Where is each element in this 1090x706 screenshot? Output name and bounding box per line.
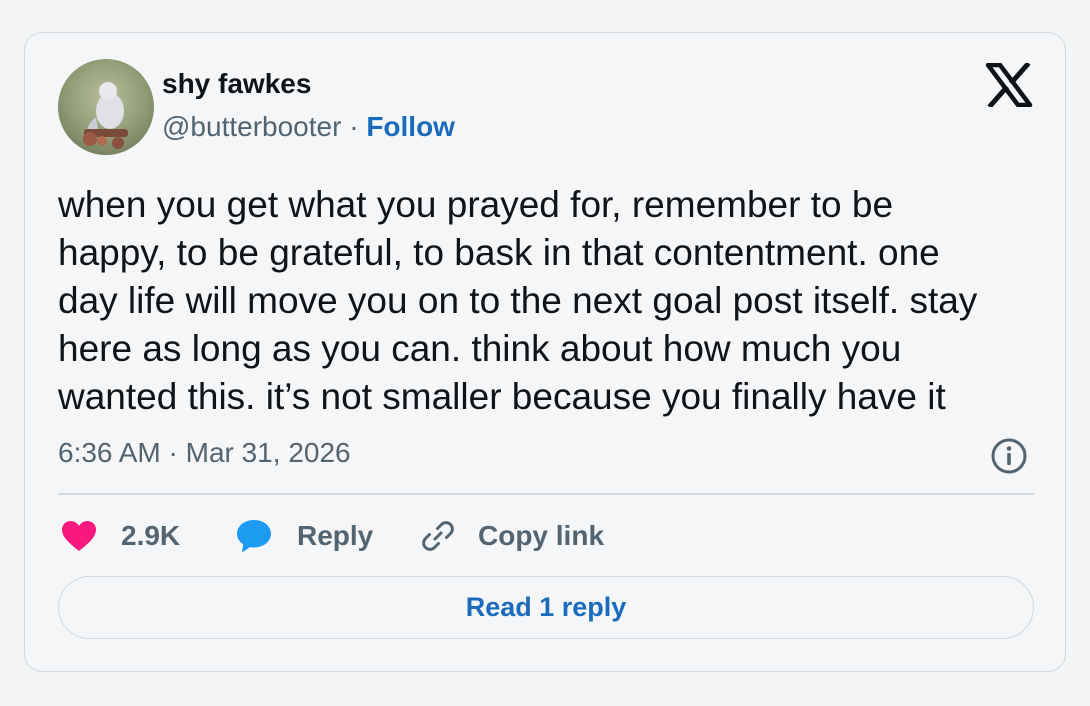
tweet-timestamp[interactable]: 6:36 AM · Mar 31, 2026: [58, 437, 351, 469]
tweet-card: shy fawkes @butterbooter · Follow when y…: [24, 32, 1066, 672]
author-display-name[interactable]: shy fawkes: [162, 68, 311, 100]
read-replies-button[interactable]: Read 1 reply: [58, 576, 1034, 639]
x-logo-icon[interactable]: [985, 61, 1033, 109]
author-handle-row: @butterbooter · Follow: [162, 111, 455, 143]
info-icon[interactable]: [989, 436, 1029, 476]
avatar[interactable]: [58, 59, 154, 155]
reply-button[interactable]: Reply: [235, 516, 373, 556]
speech-bubble-icon: [237, 520, 271, 553]
copy-link-label: Copy link: [478, 520, 605, 551]
author-handle[interactable]: @butterbooter: [162, 111, 341, 142]
tweet-text: when you get what you prayed for, rememb…: [58, 184, 978, 417]
like-button[interactable]: 2.9K: [61, 516, 180, 556]
like-count: 2.9K: [121, 520, 181, 551]
heart-icon: [62, 521, 96, 551]
divider: [58, 493, 1034, 495]
follow-button[interactable]: Follow: [366, 111, 455, 142]
avatar-image: [58, 59, 154, 155]
handle-separator: ·: [341, 111, 367, 142]
reply-label: Reply: [297, 520, 374, 551]
read-replies-label: Read 1 reply: [465, 592, 627, 622]
copy-link-button[interactable]: Copy link: [420, 516, 604, 556]
link-icon: [422, 521, 454, 551]
